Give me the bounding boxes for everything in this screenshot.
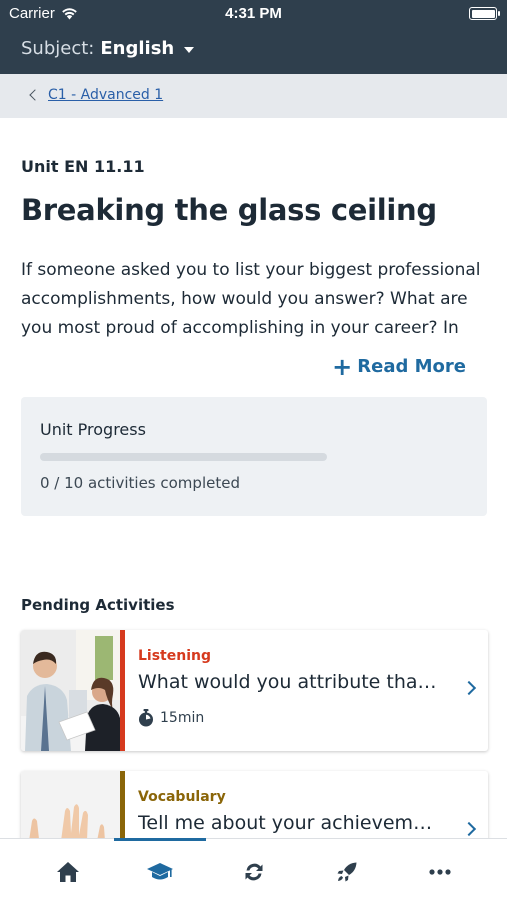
activity-duration: 15min xyxy=(138,709,204,727)
progress-label: Unit Progress xyxy=(40,420,146,439)
read-more-label: Read More xyxy=(357,356,466,377)
activity-title: Tell me about your achievements xyxy=(138,812,443,834)
progress-bar xyxy=(40,453,327,461)
activity-title: What would you attribute that … xyxy=(138,671,443,693)
unit-description: If someone asked you to list your bigges… xyxy=(21,260,481,338)
tab-explore[interactable] xyxy=(327,857,367,887)
activity-category: Listening xyxy=(138,648,211,664)
unit-progress-card: Unit Progress 0 / 10 activities complete… xyxy=(21,397,487,516)
activity-category: Vocabulary xyxy=(138,789,226,805)
app-header: Subject: English xyxy=(0,28,507,74)
duration-label: 15min xyxy=(160,710,205,726)
status-bar: Carrier 4:31 PM xyxy=(0,0,507,28)
tab-courses[interactable] xyxy=(140,857,180,887)
chevron-right-icon[interactable] xyxy=(461,821,477,837)
home-icon xyxy=(57,862,79,882)
battery-icon xyxy=(469,7,500,20)
chevron-left-icon[interactable] xyxy=(29,89,41,101)
bottom-tab-bar xyxy=(0,838,507,900)
progress-count: 0 / 10 activities completed xyxy=(40,474,240,492)
activity-thumbnail xyxy=(21,630,120,751)
category-stripe xyxy=(120,630,125,751)
chevron-right-icon[interactable] xyxy=(461,680,477,696)
tab-more[interactable] xyxy=(420,857,460,887)
subject-label: Subject: xyxy=(21,38,95,59)
rocket-icon xyxy=(337,862,357,882)
subject-selector[interactable]: Subject: English xyxy=(21,38,195,59)
breadcrumb: C1 - Advanced 1 xyxy=(0,74,507,118)
active-tab-indicator xyxy=(114,838,206,841)
plus-icon: + xyxy=(332,352,353,381)
pending-activities-heading: Pending Activities xyxy=(21,596,175,614)
more-icon xyxy=(429,869,451,875)
caret-down-icon xyxy=(184,47,195,53)
page-title: Breaking the glass ceiling xyxy=(21,193,437,227)
subject-value: English xyxy=(100,38,175,59)
sync-icon xyxy=(245,863,263,881)
activity-card-listening[interactable]: Listening What would you attribute that … xyxy=(21,630,488,751)
tab-sync[interactable] xyxy=(234,857,274,887)
graduation-cap-icon xyxy=(147,863,173,880)
tab-home[interactable] xyxy=(48,857,88,887)
breadcrumb-link[interactable]: C1 - Advanced 1 xyxy=(48,87,163,103)
stopwatch-icon xyxy=(139,709,153,727)
read-more-button[interactable]: + Read More xyxy=(332,352,466,381)
unit-code: Unit EN 11.11 xyxy=(21,157,145,176)
status-time: 4:31 PM xyxy=(225,5,282,22)
